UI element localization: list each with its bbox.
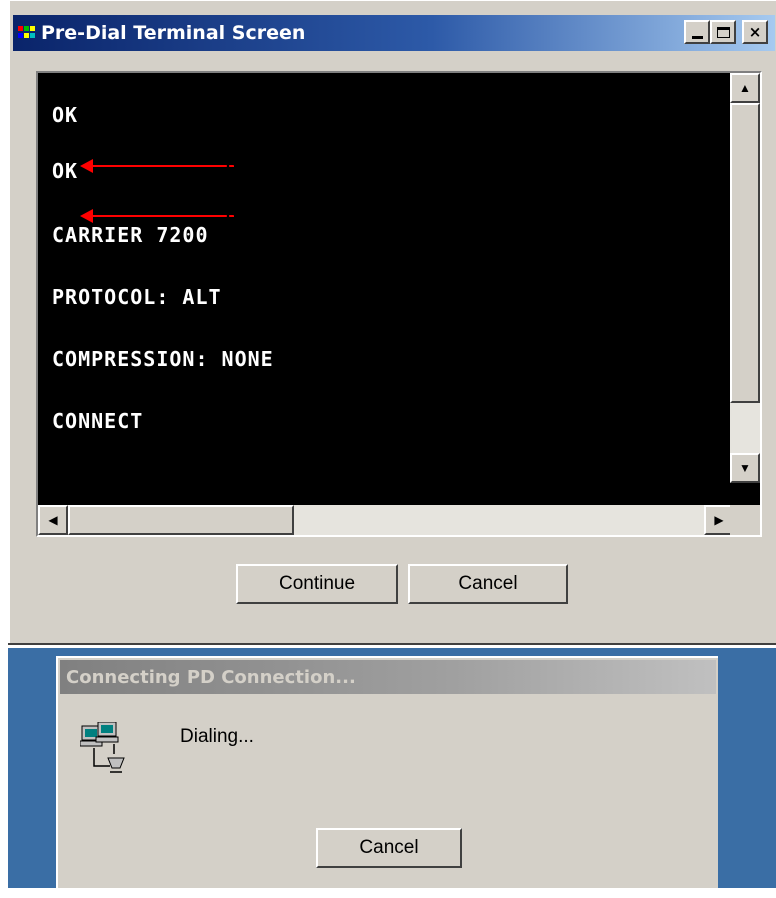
terminal-line: OK <box>52 103 79 127</box>
vertical-scrollbar[interactable]: ▲ ▼ <box>730 73 760 483</box>
terminal-line: COMPRESSION: NONE <box>52 347 274 371</box>
terminal-line: CARRIER 7200 <box>52 223 209 247</box>
horizontal-scroll-thumb[interactable] <box>68 505 294 535</box>
minimize-icon <box>691 35 703 39</box>
dialog-title: Connecting PD Connection... <box>66 667 356 688</box>
terminal-line: CONNECT <box>52 409 144 433</box>
scroll-up-button[interactable]: ▲ <box>730 73 760 103</box>
scroll-down-button[interactable]: ▼ <box>730 453 760 483</box>
annotation-enter-ato: Enter “ato” here <box>224 201 387 228</box>
annotation-arrow <box>80 209 234 223</box>
dialog-title-bar[interactable]: Connecting PD Connection... <box>60 660 716 694</box>
close-button[interactable]: × <box>742 20 768 44</box>
maximize-button[interactable] <box>710 20 736 44</box>
window-title: Pre-Dial Terminal Screen <box>41 22 306 44</box>
minimize-button[interactable] <box>684 20 710 44</box>
maximize-icon <box>716 26 730 38</box>
title-bar[interactable]: Pre-Dial Terminal Screen × <box>13 15 775 51</box>
connecting-dialog: Connecting PD Connection... Dialing... C… <box>56 656 718 888</box>
terminal-line: OK <box>52 159 79 183</box>
app-icon <box>18 26 35 38</box>
dialing-status: Dialing... <box>180 726 254 747</box>
pre-dial-terminal-window: Pre-Dial Terminal Screen × OK OK CARRIER… <box>8 0 776 645</box>
terminal-output[interactable]: OK OK CARRIER 7200 PROTOCOL: ALT COMPRES… <box>36 71 762 537</box>
cancel-button[interactable]: Cancel <box>408 564 568 604</box>
scrollbar-corner <box>730 505 760 535</box>
terminal-line: PROTOCOL: ALT <box>52 285 222 309</box>
close-icon: × <box>748 23 762 41</box>
network-computers-icon <box>80 722 125 773</box>
dialog-cancel-button[interactable]: Cancel <box>316 828 462 868</box>
vertical-scroll-thumb[interactable] <box>730 103 760 403</box>
horizontal-scrollbar[interactable]: ◀ ▶ <box>38 505 734 535</box>
annotation-arrow <box>80 159 234 173</box>
continue-button[interactable]: Continue <box>236 564 398 604</box>
scroll-left-button[interactable]: ◀ <box>38 505 68 535</box>
annotation-enter-at: Enter “at” here <box>224 151 374 178</box>
